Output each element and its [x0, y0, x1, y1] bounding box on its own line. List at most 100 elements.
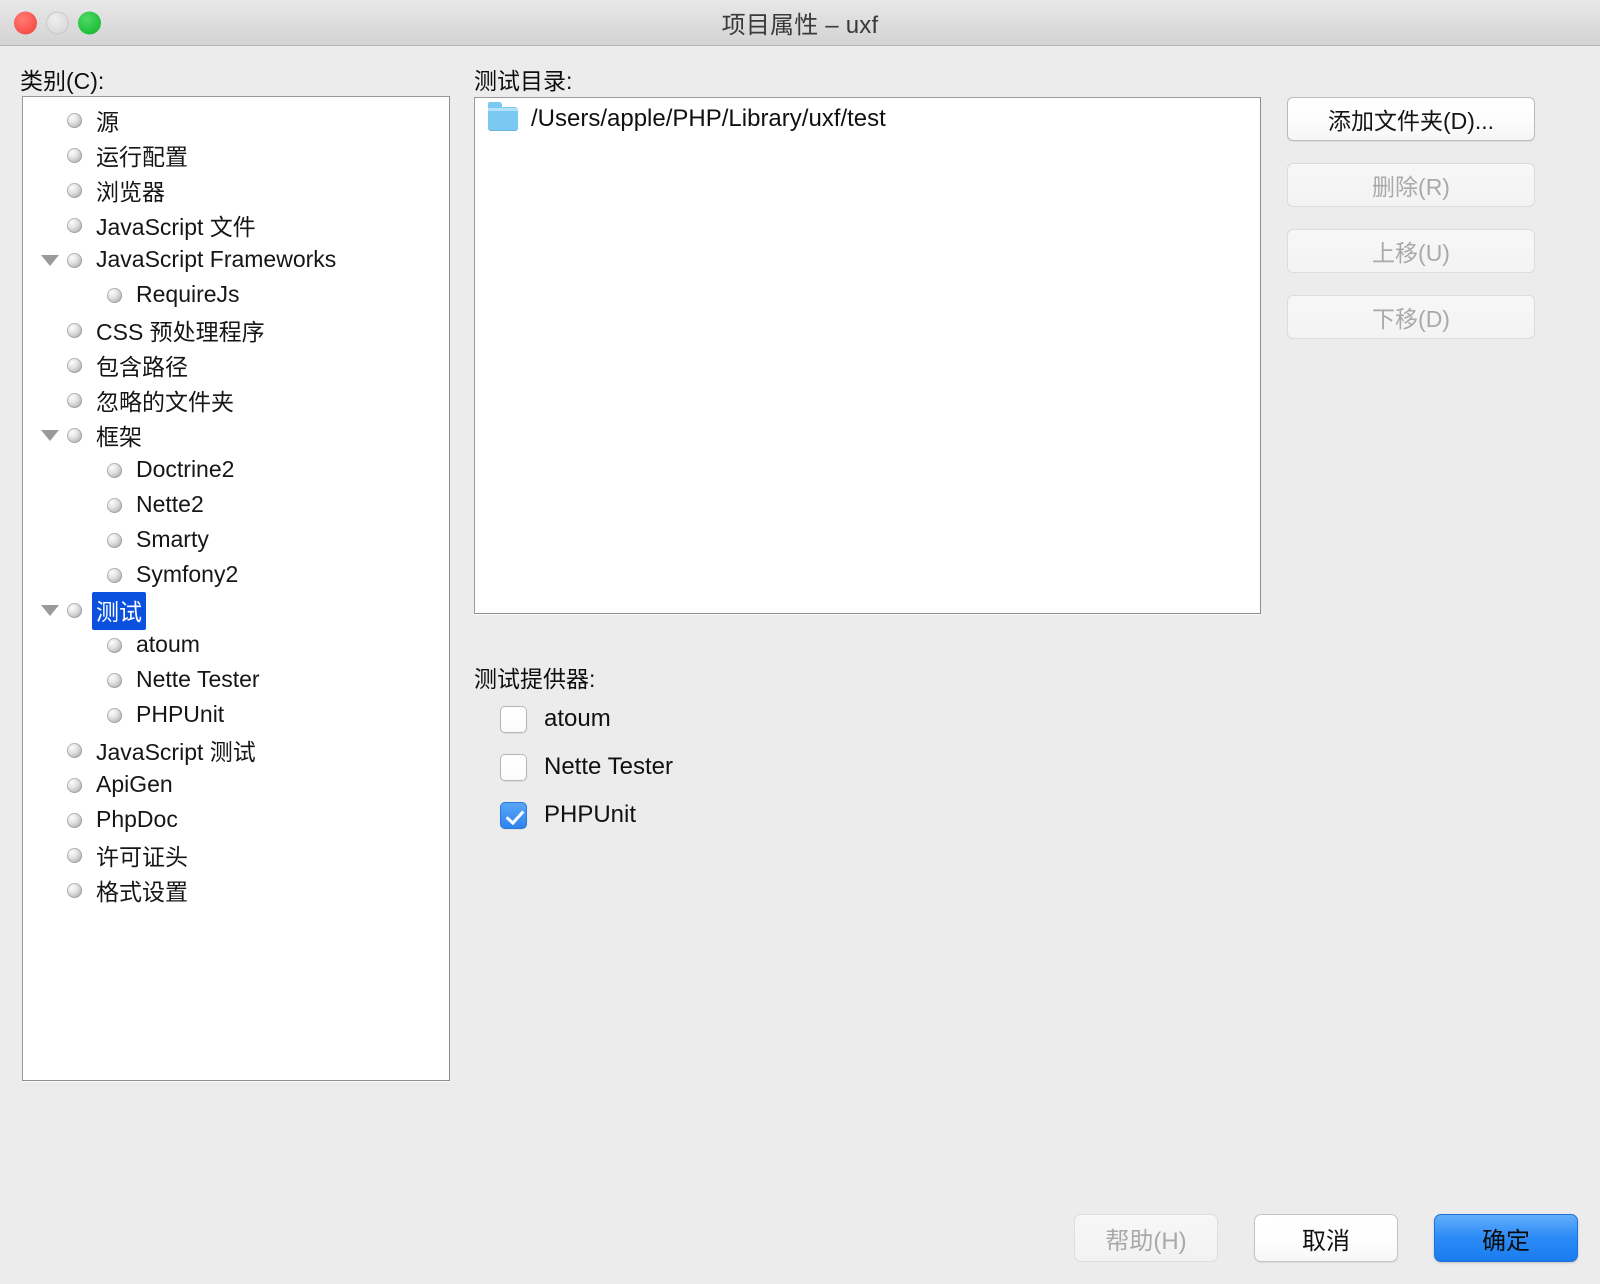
tree-node-bullet-icon	[107, 638, 122, 653]
tree-item[interactable]: 框架	[23, 418, 449, 453]
tree-item[interactable]: CSS 预处理程序	[23, 313, 449, 348]
tree-node-bullet-icon	[67, 393, 82, 408]
test-providers-list: atoum Nette Tester PHPUnit	[500, 703, 673, 831]
tree-node-bullet-icon	[67, 253, 82, 268]
project-properties-dialog: 项目属性 – uxf 类别(C): 源运行配置浏览器 JavaScript 文件 J…	[0, 0, 1600, 1284]
tree-item-label: 源	[96, 108, 119, 135]
test-providers-label: 测试提供器:	[474, 666, 596, 692]
categories-tree[interactable]: 源运行配置浏览器 JavaScript 文件 JavaScript Framewor…	[22, 96, 450, 1081]
tree-node-bullet-icon	[67, 883, 82, 898]
tree-item[interactable]: 包含路径	[23, 348, 449, 383]
ok-button[interactable]: 确定	[1434, 1214, 1578, 1262]
test-provider-row[interactable]: PHPUnit	[500, 799, 673, 831]
tree-item-label: PHPUnit	[136, 701, 225, 727]
tree-item[interactable]: PHPUnit	[23, 698, 449, 733]
checkbox-label: PHPUnit	[544, 801, 637, 828]
title-bar: 项目属性 – uxf	[0, 0, 1600, 46]
tree-item-label: JavaScript 文件	[96, 213, 256, 240]
tree-item[interactable]: Symfony2	[23, 558, 449, 593]
tree-item-label: 框架	[96, 423, 142, 450]
tree-item-label: PhpDoc	[96, 806, 178, 832]
tree-item-label: 许可证头	[96, 843, 188, 870]
test-directories-label: 测试目录:	[474, 68, 573, 94]
tree-node-bullet-icon	[67, 183, 82, 198]
test-provider-row[interactable]: Nette Tester	[500, 751, 673, 783]
directory-action-buttons: 添加文件夹(D)... 删除(R) 上移(U) 下移(D)	[1287, 97, 1535, 339]
tree-node-bullet-icon	[67, 323, 82, 338]
add-folder-button[interactable]: 添加文件夹(D)...	[1287, 97, 1535, 141]
tree-item[interactable]: JavaScript Frameworks	[23, 243, 449, 278]
tree-node-bullet-icon	[107, 288, 122, 303]
zoom-button[interactable]	[78, 11, 101, 34]
tree-item-label: Nette2	[136, 491, 204, 517]
move-up-button: 上移(U)	[1287, 229, 1535, 273]
tree-node-bullet-icon	[107, 498, 122, 513]
dialog-body: 类别(C): 源运行配置浏览器 JavaScript 文件 JavaScript F…	[0, 46, 1600, 1284]
test-provider-row[interactable]: atoum	[500, 703, 673, 735]
tree-item[interactable]: JavaScript 测试	[23, 733, 449, 768]
tree-item[interactable]: atoum	[23, 628, 449, 663]
tree-item[interactable]: JavaScript 文件	[23, 208, 449, 243]
tree-item-label: 格式设置	[96, 878, 188, 905]
tree-item[interactable]: Smarty	[23, 523, 449, 558]
tree-item-label: 测试	[92, 591, 146, 630]
checkbox-label: atoum	[544, 705, 611, 732]
tree-item-label: RequireJs	[136, 281, 240, 307]
tree-item[interactable]: 忽略的文件夹	[23, 383, 449, 418]
folder-icon	[488, 102, 518, 131]
move-down-button: 下移(D)	[1287, 295, 1535, 339]
tree-item-label: ApiGen	[96, 771, 173, 797]
tree-node-bullet-icon	[107, 463, 122, 478]
tree-item-label: Smarty	[136, 526, 209, 552]
categories-label: 类别(C):	[20, 68, 105, 94]
directory-path: /Users/apple/PHP/Library/uxf/test	[531, 105, 886, 132]
tree-node-bullet-icon	[67, 778, 82, 793]
tree-item-label: JavaScript 测试	[96, 738, 256, 765]
test-directories-list[interactable]: /Users/apple/PHP/Library/uxf/test	[474, 97, 1261, 614]
tree-node-bullet-icon	[67, 428, 82, 443]
tree-item-label: CSS 预处理程序	[96, 318, 265, 345]
tree-item-label: JavaScript Frameworks	[96, 246, 337, 272]
window-title: 项目属性 – uxf	[721, 12, 879, 39]
directory-list-item[interactable]: /Users/apple/PHP/Library/uxf/test	[475, 98, 1260, 140]
tree-item-label: 运行配置	[96, 143, 188, 170]
tree-node-bullet-icon	[67, 113, 82, 128]
checkbox-label: Nette Tester	[544, 753, 673, 780]
tree-node-bullet-icon	[67, 603, 82, 618]
tree-item[interactable]: ApiGen	[23, 768, 449, 803]
disclosure-triangle-down-icon[interactable]	[37, 605, 63, 616]
tree-node-bullet-icon	[107, 673, 122, 688]
tree-item[interactable]: 运行配置	[23, 138, 449, 173]
tree-item[interactable]: Nette2	[23, 488, 449, 523]
tree-item[interactable]: 测试	[23, 591, 449, 630]
tree-item[interactable]: PhpDoc	[23, 803, 449, 838]
tree-item[interactable]: 源	[23, 103, 449, 138]
tree-item-label: 忽略的文件夹	[96, 388, 234, 415]
tree-node-bullet-icon	[67, 743, 82, 758]
tree-item[interactable]: 格式设置	[23, 873, 449, 908]
tree-node-bullet-icon	[67, 848, 82, 863]
tree-item[interactable]: Nette Tester	[23, 663, 449, 698]
tree-item-label: 浏览器	[96, 178, 165, 205]
cancel-button[interactable]: 取消	[1254, 1214, 1398, 1262]
tree-node-bullet-icon	[107, 708, 122, 723]
help-button: 帮助(H)	[1074, 1214, 1218, 1262]
tree-item[interactable]: 浏览器	[23, 173, 449, 208]
close-button[interactable]	[14, 11, 37, 34]
tree-item-label: Nette Tester	[136, 666, 260, 692]
checkbox-atoum[interactable]	[500, 705, 527, 733]
tree-item[interactable]: 许可证头	[23, 838, 449, 873]
checkbox-phpunit[interactable]	[500, 801, 527, 829]
tree-item[interactable]: RequireJs	[23, 278, 449, 313]
tree-node-bullet-icon	[67, 148, 82, 163]
disclosure-triangle-down-icon[interactable]	[37, 255, 63, 266]
tree-item[interactable]: Doctrine2	[23, 453, 449, 488]
checkbox-nette-tester[interactable]	[500, 753, 527, 781]
tree-item-label: Doctrine2	[136, 456, 235, 482]
tree-node-bullet-icon	[107, 533, 122, 548]
tree-item-label: 包含路径	[96, 353, 188, 380]
disclosure-triangle-down-icon[interactable]	[37, 430, 63, 441]
minimize-button[interactable]	[46, 11, 69, 34]
tree-node-bullet-icon	[67, 358, 82, 373]
test-settings-pane: 测试目录: /Users/apple/PHP/Library/uxf/test …	[474, 46, 1600, 1284]
